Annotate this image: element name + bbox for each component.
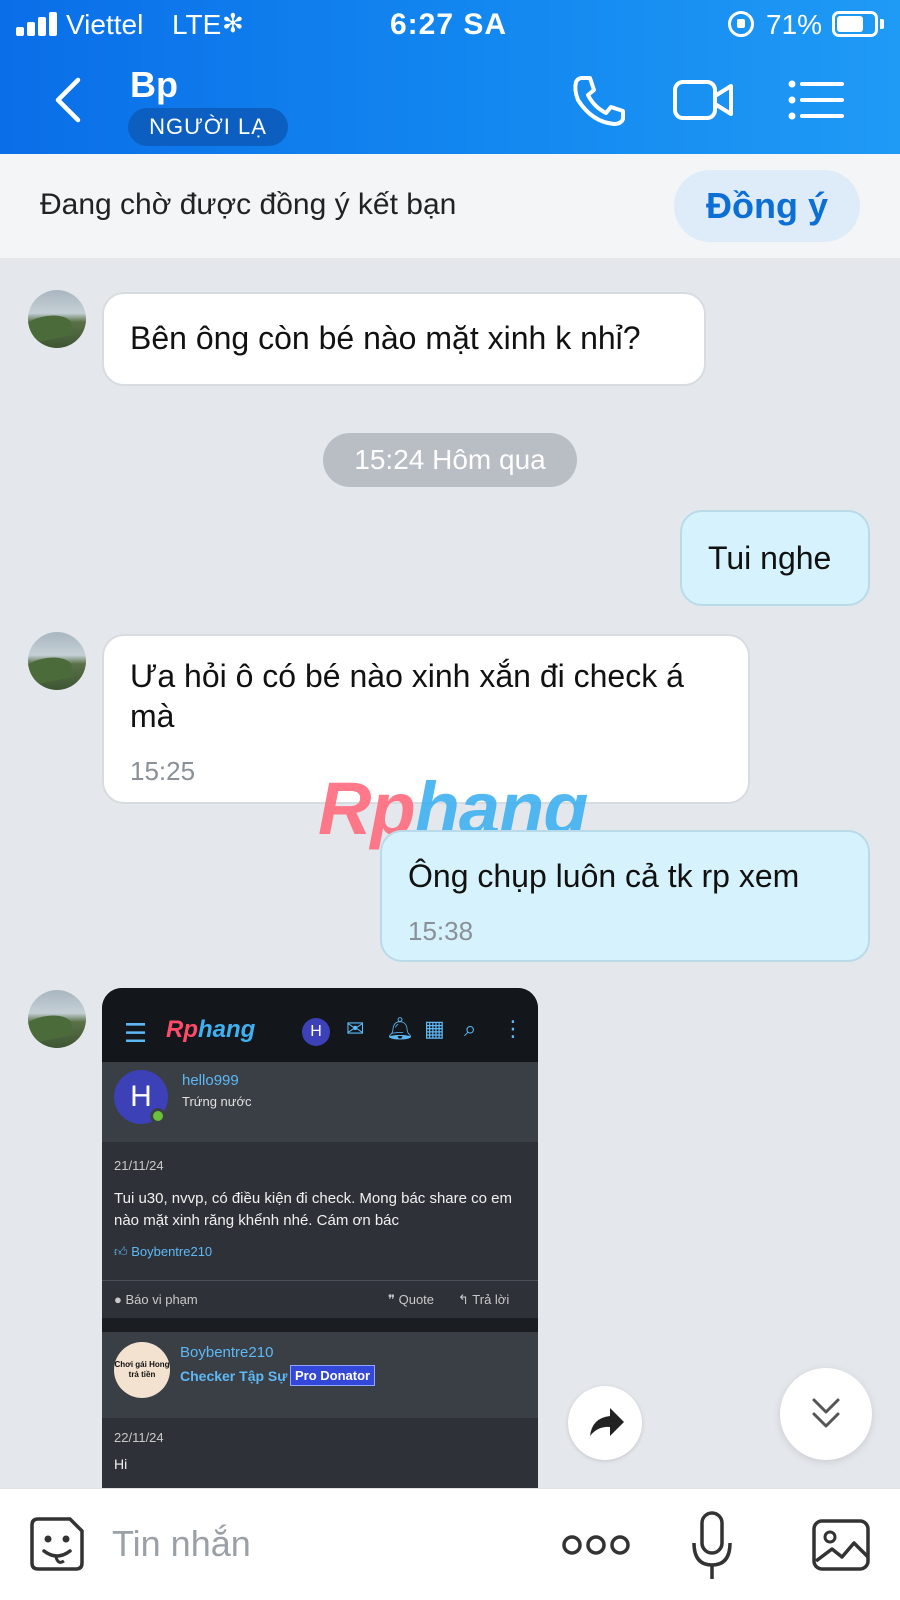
chat-header: Viettel LTE ✻ 6:27 SA 71% Bp NGƯỜI LẠ bbox=[0, 0, 900, 154]
post-author-row: H hello999 Trứng nước bbox=[102, 1062, 538, 1142]
message-bubble-outgoing[interactable]: Ông chụp luôn cả tk rp xem 15:38 bbox=[380, 830, 870, 962]
accept-friend-button[interactable]: Đồng ý bbox=[674, 170, 860, 242]
rotation-lock-icon bbox=[728, 11, 754, 37]
voice-record-button[interactable] bbox=[690, 1509, 734, 1583]
message-text: Ông chụp luôn cả tk rp xem bbox=[408, 858, 800, 894]
video-call-button[interactable] bbox=[670, 70, 736, 130]
more-vertical-icon: ⋮ bbox=[502, 1016, 524, 1041]
scroll-to-bottom-button[interactable] bbox=[780, 1368, 872, 1460]
pro-donator-badge: Pro Donator bbox=[290, 1365, 376, 1386]
reply-author-username: Boybentre210 bbox=[180, 1344, 274, 1361]
online-dot-icon bbox=[150, 1108, 166, 1124]
author-username: hello999 bbox=[182, 1072, 239, 1089]
call-button[interactable] bbox=[566, 70, 630, 130]
author-rank: Trứng nước bbox=[182, 1094, 252, 1109]
sticker-button[interactable] bbox=[26, 1513, 88, 1575]
list-menu-icon bbox=[788, 80, 844, 120]
friend-request-status: Đang chờ được đồng ý kết bạn bbox=[40, 188, 457, 221]
message-time: 15:38 bbox=[408, 916, 474, 946]
message-text: Bên ông còn bé nào mặt xinh k nhỉ? bbox=[130, 320, 641, 356]
message-input[interactable]: Tin nhắn bbox=[112, 1523, 251, 1565]
liked-by: 👍︎ Boybentre210 bbox=[114, 1244, 213, 1259]
report-link: ● Báo vi phạm bbox=[114, 1292, 198, 1307]
post-date: 21/11/24 bbox=[114, 1158, 164, 1173]
contact-name[interactable]: Bp bbox=[130, 64, 178, 106]
image-message[interactable]: ☰ Rphang H ✉ 🔔︎ ▦ ⌕ ⋮ H hello999 Trứng n… bbox=[102, 988, 538, 1488]
status-bar: Viettel LTE ✻ 6:27 SA 71% bbox=[0, 0, 900, 50]
status-time: 6:27 SA bbox=[390, 8, 508, 41]
phone-icon bbox=[573, 76, 625, 126]
reply-content: Hi bbox=[114, 1456, 128, 1472]
carrier-name: Viettel bbox=[66, 9, 144, 40]
forward-button[interactable] bbox=[568, 1386, 642, 1460]
message-bubble-incoming[interactable]: Bên ông còn bé nào mặt xinh k nhỉ? bbox=[102, 292, 706, 386]
stranger-badge: NGƯỜI LẠ bbox=[128, 108, 288, 146]
message-bubble-outgoing[interactable]: Tui nghe bbox=[680, 510, 870, 606]
time-separator: 15:24 Hôm qua bbox=[323, 433, 577, 487]
more-options-button[interactable] bbox=[560, 1525, 632, 1565]
network-type: LTE bbox=[172, 9, 222, 40]
post-body: 21/11/24 Tui u30, nvvp, có điều kiện đi … bbox=[102, 1144, 538, 1324]
chevron-left-icon bbox=[55, 77, 81, 123]
reply-author-avatar: Chơi gái Hong trả tiền bbox=[114, 1342, 170, 1398]
more-dots-icon bbox=[562, 1535, 630, 1555]
quote-link: ❞ Quote bbox=[388, 1292, 435, 1307]
signal-strength-icon bbox=[16, 12, 60, 36]
reply-link: ↰ Trả lời bbox=[458, 1292, 510, 1307]
forum-user-avatar: H bbox=[302, 1018, 330, 1046]
forum-topbar: ☰ Rphang H ✉ 🔔︎ ▦ ⌕ ⋮ bbox=[102, 988, 538, 1062]
contact-avatar[interactable] bbox=[28, 990, 86, 1048]
message-input-bar: Tin nhắn bbox=[0, 1488, 900, 1600]
message-text: Tui nghe bbox=[708, 540, 832, 576]
microphone-icon bbox=[692, 1511, 732, 1579]
mail-icon: ✉ bbox=[346, 1016, 365, 1041]
reply-author-rank: Checker Tập Sự bbox=[180, 1368, 288, 1384]
image-gallery-icon bbox=[812, 1519, 870, 1571]
forum-logo: Rphang bbox=[166, 1016, 256, 1043]
sticker-face-icon bbox=[30, 1517, 84, 1571]
gallery-button[interactable] bbox=[810, 1515, 872, 1575]
message-time: 15:25 bbox=[130, 756, 196, 786]
search-icon: ⌕ bbox=[464, 1016, 477, 1041]
reply-author-row: Chơi gái Hong trả tiền Boybentre210 Chec… bbox=[102, 1332, 538, 1418]
friend-request-bar: Đang chờ được đồng ý kết bạn Đồng ý bbox=[0, 154, 900, 258]
reply-date: 22/11/24 bbox=[114, 1430, 164, 1445]
battery-icon bbox=[832, 11, 878, 37]
bell-icon: 🔔︎ bbox=[386, 1016, 414, 1041]
hamburger-icon: ☰ bbox=[124, 1018, 148, 1048]
contact-avatar[interactable] bbox=[28, 290, 86, 348]
double-chevron-down-icon bbox=[812, 1398, 840, 1428]
share-forward-icon bbox=[590, 1408, 624, 1436]
video-camera-icon bbox=[673, 80, 733, 120]
back-button[interactable] bbox=[46, 72, 96, 128]
post-content: Tui u30, nvvp, có điều kiện đi check. Mo… bbox=[114, 1190, 512, 1229]
message-text: Ưa hỏi ô có bé nào xinh xắn đi check á m… bbox=[130, 658, 684, 734]
contact-avatar[interactable] bbox=[28, 632, 86, 690]
options-menu-button[interactable] bbox=[784, 70, 848, 130]
loading-spinner-icon: ✻ bbox=[222, 8, 244, 38]
store-icon: ▦ bbox=[424, 1016, 445, 1041]
battery-percent: 71% bbox=[766, 9, 823, 40]
